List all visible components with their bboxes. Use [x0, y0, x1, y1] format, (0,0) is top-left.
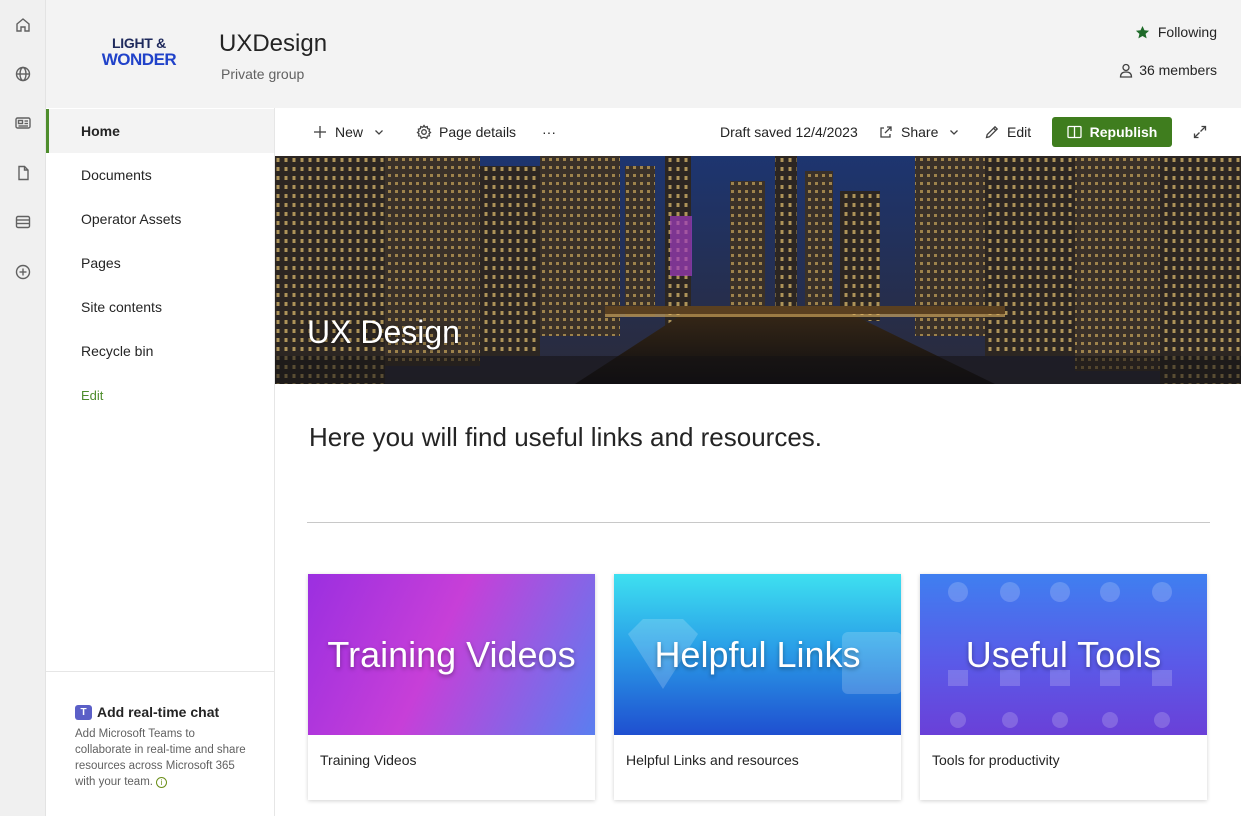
- share-button[interactable]: Share: [878, 108, 959, 156]
- nav-item-label: Recycle bin: [81, 343, 154, 359]
- nav-item-pages[interactable]: Pages: [46, 241, 274, 285]
- more-options-button[interactable]: ···: [542, 108, 556, 156]
- hero-banner: UX Design: [275, 156, 1241, 384]
- site-logo[interactable]: LIGHT & WONDER: [98, 36, 180, 68]
- more-options-label: ···: [542, 124, 556, 140]
- draft-status: Draft saved 12/4/2023: [720, 124, 858, 140]
- following-label: Following: [1157, 24, 1217, 40]
- page-details-button[interactable]: Page details: [416, 108, 516, 156]
- quick-link-card-training-videos[interactable]: Training Videos Training Videos: [308, 574, 595, 800]
- pencil-icon: [985, 125, 999, 139]
- nav-edit-link[interactable]: Edit: [46, 373, 274, 417]
- nav-item-recycle-bin[interactable]: Recycle bin: [46, 329, 274, 373]
- gear-icon: [416, 124, 432, 140]
- section-divider: [307, 522, 1210, 523]
- quick-link-card-helpful-links[interactable]: Helpful Links Helpful Links and resource…: [614, 574, 901, 800]
- card-caption: Helpful Links and resources: [626, 752, 799, 768]
- home-icon[interactable]: [8, 10, 38, 40]
- expand-icon: [1193, 125, 1207, 139]
- left-navigation: Home Documents Operator Assets Pages Sit…: [46, 108, 275, 816]
- page-details-label: Page details: [439, 124, 517, 140]
- teams-icon: T: [75, 704, 92, 720]
- share-icon: [880, 126, 892, 138]
- members-label: 36 members: [1139, 62, 1217, 78]
- card-image-text: Useful Tools: [965, 633, 1162, 675]
- command-bar: New Page details ··· Draft saved 12/4/20…: [275, 108, 1241, 156]
- list-icon[interactable]: [8, 207, 38, 237]
- edit-label: Edit: [1007, 124, 1032, 140]
- star-icon: [1135, 25, 1149, 38]
- add-chat-panel: T Add real-time chat Add Microsoft Teams…: [46, 671, 274, 816]
- nav-item-operator-assets[interactable]: Operator Assets: [46, 197, 274, 241]
- card-image: Helpful Links: [614, 574, 901, 735]
- site-title[interactable]: UXDesign: [219, 30, 327, 58]
- nav-item-label: Home: [81, 123, 120, 139]
- nav-item-label: Site contents: [81, 299, 162, 315]
- card-caption: Tools for productivity: [932, 752, 1060, 768]
- chevron-down-icon: [375, 130, 383, 135]
- app-rail: [0, 0, 46, 816]
- quick-link-card-useful-tools[interactable]: Useful Tools Tools for productivity: [920, 574, 1207, 800]
- card-image: Training Videos: [308, 574, 595, 735]
- nav-item-home[interactable]: Home: [46, 109, 274, 153]
- site-subtitle: Private group: [221, 66, 305, 82]
- news-icon[interactable]: [8, 108, 38, 138]
- nav-item-label: Operator Assets: [81, 211, 182, 227]
- expand-button[interactable]: [1190, 122, 1210, 142]
- info-icon[interactable]: i: [155, 777, 167, 788]
- globe-icon[interactable]: [8, 59, 38, 89]
- nav-item-site-contents[interactable]: Site contents: [46, 285, 274, 329]
- nav-item-label: Pages: [81, 255, 121, 271]
- nav-item-documents[interactable]: Documents: [46, 153, 274, 197]
- republish-button[interactable]: Republish: [1052, 117, 1172, 147]
- nav-edit-label: Edit: [81, 387, 104, 403]
- site-header: LIGHT & WONDER UXDesign Private group Fo…: [46, 0, 1241, 108]
- republish-label: Republish: [1089, 124, 1158, 140]
- share-label: Share: [901, 124, 939, 140]
- add-circle-icon[interactable]: [8, 257, 38, 287]
- new-button[interactable]: New: [312, 108, 384, 156]
- person-icon: [1120, 63, 1133, 78]
- new-label: New: [335, 124, 364, 140]
- book-icon: [1067, 125, 1082, 139]
- logo-line-1: LIGHT &: [112, 35, 166, 51]
- card-image-text: Training Videos: [327, 633, 576, 675]
- logo-line-2: WONDER: [101, 50, 177, 69]
- add-chat-title-text: Add real-time chat: [97, 704, 220, 720]
- add-chat-title[interactable]: T Add real-time chat: [75, 704, 252, 720]
- card-image: Useful Tools: [920, 574, 1207, 735]
- edit-button[interactable]: Edit: [984, 108, 1031, 156]
- plus-icon: [314, 126, 326, 138]
- chevron-down-icon: [950, 130, 959, 135]
- members-button[interactable]: 36 members: [1119, 62, 1217, 78]
- card-image-text: Helpful Links: [654, 633, 861, 675]
- document-icon[interactable]: [8, 158, 38, 188]
- intro-text: Here you will find useful links and reso…: [309, 422, 823, 452]
- nav-item-label: Documents: [81, 167, 152, 183]
- hero-title: UX Design: [307, 314, 460, 350]
- following-button[interactable]: Following: [1135, 24, 1217, 40]
- add-chat-description: Add Microsoft Teams to collaborate in re…: [75, 726, 252, 790]
- card-caption: Training Videos: [320, 752, 417, 768]
